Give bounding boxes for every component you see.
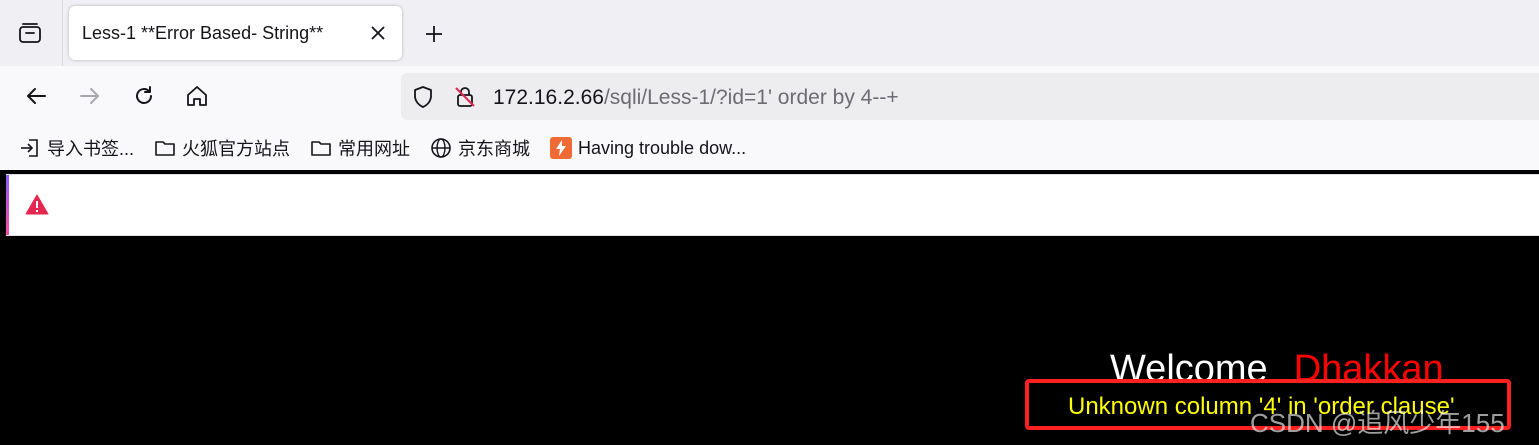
bookmark-jd[interactable]: 京东商城 — [430, 134, 530, 162]
bookmark-label: 火狐官方站点 — [182, 139, 290, 159]
tab-list-button[interactable] — [14, 18, 46, 50]
arrow-left-icon — [27, 88, 46, 104]
navigation-bar: 172.16.2.66/sqli/Less-1/?id=1' order by … — [0, 66, 1539, 128]
insecure-lock-icon[interactable] — [453, 85, 477, 109]
tab-title: Less-1 **Error Based- String** — [82, 23, 324, 43]
import-icon — [21, 139, 38, 157]
home-button[interactable] — [181, 80, 213, 112]
url-path: /sqli/Less-1/?id=1' order by 4--+ — [603, 86, 899, 109]
folder-icon — [155, 141, 175, 156]
tab-active[interactable]: Less-1 **Error Based- String** — [69, 6, 402, 60]
notification-accent — [6, 175, 9, 235]
bookmark-label: 京东商城 — [458, 139, 530, 159]
new-tab-button[interactable] — [420, 20, 448, 48]
tab-separator — [62, 0, 63, 66]
globe-icon — [431, 138, 451, 158]
bookmark-label: 导入书签... — [47, 139, 135, 159]
bookmarks-toolbar: 导入书签... 火狐官方站点 常用网址 京东商城 Having trouble … — [0, 128, 1539, 170]
folder-icon — [311, 141, 331, 156]
bookmark-common-sites[interactable]: 常用网址 — [310, 134, 410, 162]
url-bar[interactable]: 172.16.2.66/sqli/Less-1/?id=1' order by … — [401, 73, 1539, 120]
bolt-icon — [550, 137, 572, 159]
forward-button[interactable] — [74, 80, 106, 112]
url-host: 172.16.2.66 — [493, 86, 604, 109]
bookmark-import[interactable]: 导入书签... — [19, 134, 134, 162]
warning-icon — [25, 194, 49, 215]
shield-icon[interactable] — [411, 85, 435, 109]
reload-icon — [136, 86, 152, 104]
reload-button[interactable] — [128, 80, 160, 112]
notification-bar — [6, 174, 1539, 236]
bookmark-label: 常用网址 — [338, 139, 410, 159]
back-button[interactable] — [20, 80, 52, 112]
browser-window: Less-1 **Error Based- String** 172.16.2.… — [0, 0, 1539, 445]
watermark: CSDN @追风少年155 — [1250, 408, 1505, 438]
arrow-right-icon — [80, 88, 99, 104]
bookmark-having-trouble[interactable]: Having trouble dow... — [550, 134, 746, 162]
close-icon — [371, 26, 385, 40]
plus-icon — [426, 26, 442, 42]
bookmark-firefox-official[interactable]: 火狐官方站点 — [154, 134, 290, 162]
bookmark-label: Having trouble dow... — [578, 137, 747, 158]
url-text[interactable]: 172.16.2.66/sqli/Less-1/?id=1' order by … — [493, 86, 899, 110]
tab-list-icon — [19, 23, 41, 43]
page-content: Welcome Dhakkan Unknown column '4' in 'or… — [0, 240, 1539, 445]
tab-close-button[interactable] — [368, 23, 388, 43]
tab-strip: Less-1 **Error Based- String** — [0, 0, 1539, 66]
home-icon — [187, 86, 207, 106]
